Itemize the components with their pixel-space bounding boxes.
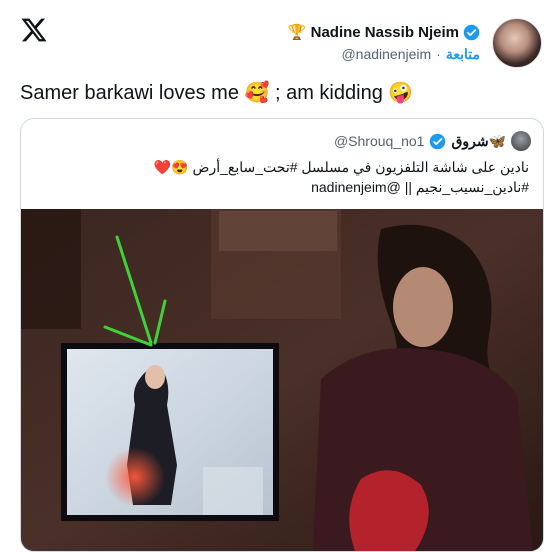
quoted-author-avatar[interactable] (511, 131, 531, 151)
tweet-header: 🏆 Nadine Nassib Njeim @nadinenjeim · متا… (288, 16, 542, 70)
quoted-tweet-text: نادين على شاشة التلفزيون في مسلسل #تحت_س… (39, 157, 529, 197)
quoted-tweet-card[interactable]: @Shrouq_no1 شروق🦋 نادين على شاشة التلفزي… (20, 118, 544, 552)
quoted-tweet-line-1: نادين على شاشة التلفزيون في مسلسل #تحت_س… (153, 159, 529, 175)
trophy-icon: 🏆 (287, 23, 307, 41)
quoted-tweet-media[interactable] (21, 209, 543, 551)
quoted-author-handle[interactable]: @Shrouq_no1 (334, 133, 425, 149)
follow-button[interactable]: متابعة (446, 46, 480, 63)
quoted-tweet-line-2: #نادين_نسيب_نجيم || @nadinenjeim (311, 179, 529, 195)
tweet-text: Samer barkawi loves me 🥰 ; am kidding 🤪 (20, 82, 414, 104)
separator-dot: · (436, 46, 441, 62)
author-avatar[interactable] (492, 18, 542, 68)
verified-badge-icon (430, 133, 446, 149)
author-handle[interactable]: @nadinenjeim (341, 46, 431, 62)
verified-badge-icon (463, 24, 480, 40)
author-display-name[interactable]: Nadine Nassib Njeim (311, 24, 459, 41)
tv-scene-image (21, 209, 543, 551)
quoted-tweet-header: @Shrouq_no1 شروق🦋 (334, 131, 531, 151)
x-logo-icon[interactable] (20, 16, 48, 44)
author-name-row: 🏆 Nadine Nassib Njeim (288, 24, 480, 41)
author-meta-row: @nadinenjeim · متابعة (341, 46, 480, 63)
quoted-author-name[interactable]: شروق🦋 (451, 133, 506, 150)
author-block: 🏆 Nadine Nassib Njeim @nadinenjeim · متا… (288, 24, 480, 63)
x-logo-glyph (21, 18, 47, 42)
